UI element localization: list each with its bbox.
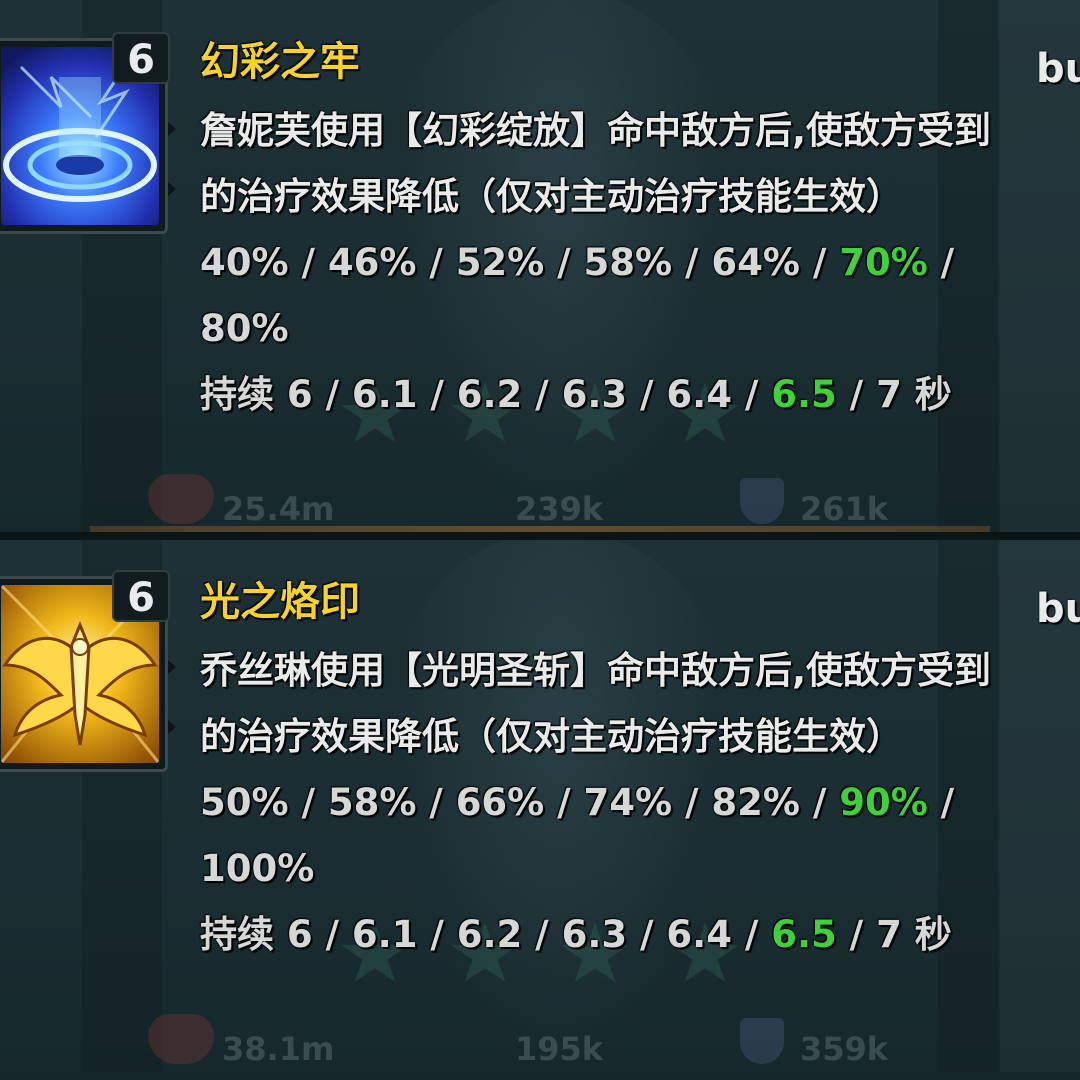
- duration-label: 持续: [200, 373, 274, 416]
- value-separator: /: [927, 781, 955, 824]
- value-separator: /: [312, 913, 352, 956]
- side-label: bu: [1036, 586, 1080, 632]
- tier-value: 6.3: [561, 373, 628, 416]
- arrow-pointer-icon: [168, 182, 176, 196]
- duration-unit: 秒: [914, 373, 952, 416]
- current-value: 6.5: [771, 913, 837, 956]
- background-shield-icon: [740, 1018, 784, 1064]
- value-separator: /: [731, 373, 772, 416]
- tier-value: 6.1: [351, 913, 418, 956]
- tier-value: 6: [286, 373, 313, 416]
- value-separator: /: [799, 781, 840, 824]
- background-defense-stat: 261k: [800, 490, 889, 528]
- tier-value: 64%: [711, 241, 800, 284]
- value-separator: /: [672, 781, 712, 824]
- tier-value: 50%: [200, 781, 289, 824]
- skill-panel: 38.1m 195k 359k 6 光之烙印 乔丝琳使用【光明圣斩】命中敌方后,…: [0, 540, 1080, 1072]
- skill-duration: 持续 6 / 6.1 / 6.2 / 6.3 / 6.4 / 6.5 / 7 秒: [200, 362, 1010, 428]
- tier-value: 6.4: [666, 373, 732, 416]
- skill-details: 幻彩之牢 詹妮芙使用【幻彩绽放】命中敌方后,使敌方受到的治疗效果降低（仅对主动治…: [200, 32, 1010, 428]
- tier-value: 6: [286, 913, 313, 956]
- current-value: 90%: [839, 781, 928, 824]
- skill-details: 光之烙印 乔丝琳使用【光明圣斩】命中敌方后,使敌方受到的治疗效果降低（仅对主动治…: [200, 572, 1010, 968]
- skill-description: 乔丝琳使用【光明圣斩】命中敌方后,使敌方受到的治疗效果降低（仅对主动治疗技能生效…: [200, 649, 992, 758]
- skill-level-badge: 6: [112, 570, 170, 622]
- skill-name: 幻彩之牢: [200, 39, 360, 85]
- value-separator: /: [836, 373, 877, 416]
- value-separator: /: [312, 373, 352, 416]
- tier-value: 58%: [327, 781, 417, 824]
- value-separator: /: [731, 913, 772, 956]
- tier-value: 7: [876, 913, 902, 956]
- value-separator: /: [288, 241, 328, 284]
- background-heart-icon: [148, 474, 214, 524]
- value-separator: /: [416, 781, 456, 824]
- background-heart-icon: [148, 1014, 214, 1064]
- tier-value: 66%: [455, 781, 545, 824]
- value-separator: /: [672, 241, 712, 284]
- value-separator: /: [627, 913, 667, 956]
- background-shield-icon: [740, 478, 784, 524]
- arrow-pointer-icon: [168, 122, 176, 136]
- current-value: 6.5: [771, 373, 837, 416]
- arrow-pointer-icon: [168, 720, 176, 734]
- tier-value: 74%: [583, 781, 673, 824]
- panel-divider: [0, 532, 1080, 540]
- current-value: 70%: [839, 241, 928, 284]
- value-separator: /: [927, 241, 955, 284]
- background-attack-stat: 239k: [515, 490, 604, 528]
- value-separator: /: [799, 241, 840, 284]
- tier-value: 6.2: [456, 373, 523, 416]
- tier-value: 82%: [711, 781, 800, 824]
- tier-value: 58%: [583, 241, 673, 284]
- value-separator: /: [417, 913, 457, 956]
- side-label: bu: [1036, 46, 1080, 92]
- skill-name: 光之烙印: [200, 579, 360, 625]
- arrow-pointer-icon: [168, 660, 176, 674]
- value-separator: /: [522, 913, 562, 956]
- duration-unit: 秒: [914, 913, 952, 956]
- value-separator: /: [522, 373, 562, 416]
- duration-label: 持续: [200, 913, 274, 956]
- background-attack-stat: 195k: [515, 1030, 604, 1068]
- background-defense-stat: 359k: [800, 1030, 889, 1068]
- value-separator: /: [544, 781, 584, 824]
- tier-value: 80%: [200, 307, 289, 350]
- tier-value: 52%: [455, 241, 545, 284]
- tier-value: 6.3: [561, 913, 628, 956]
- value-separator: /: [417, 373, 457, 416]
- value-separator: /: [288, 781, 328, 824]
- background-hp-stat: 25.4m: [222, 490, 335, 528]
- skill-duration: 持续 6 / 6.1 / 6.2 / 6.3 / 6.4 / 6.5 / 7 秒: [200, 902, 1010, 968]
- skill-values: 40% / 46% / 52% / 58% / 64% / 70% / 80%: [200, 230, 1010, 362]
- tier-value: 7: [876, 373, 902, 416]
- skill-panel: 25.4m 239k 261k 6 幻彩之牢 詹妮芙使用【幻彩绽放】命中敌方后,…: [0, 0, 1080, 532]
- value-separator: /: [836, 913, 877, 956]
- value-separator: /: [544, 241, 584, 284]
- skill-level-badge: 6: [112, 32, 170, 84]
- tier-value: 40%: [200, 241, 289, 284]
- value-separator: /: [416, 241, 456, 284]
- tier-value: 100%: [200, 847, 315, 890]
- tier-value: 46%: [327, 241, 417, 284]
- tier-value: 6.4: [666, 913, 732, 956]
- value-separator: /: [627, 373, 667, 416]
- tier-value: 6.2: [456, 913, 523, 956]
- skill-description: 詹妮芙使用【幻彩绽放】命中敌方后,使敌方受到的治疗效果降低（仅对主动治疗技能生效…: [200, 109, 992, 218]
- tier-value: 6.1: [351, 373, 418, 416]
- skill-values: 50% / 58% / 66% / 74% / 82% / 90% / 100%: [200, 770, 1010, 902]
- background-hp-stat: 38.1m: [222, 1030, 335, 1068]
